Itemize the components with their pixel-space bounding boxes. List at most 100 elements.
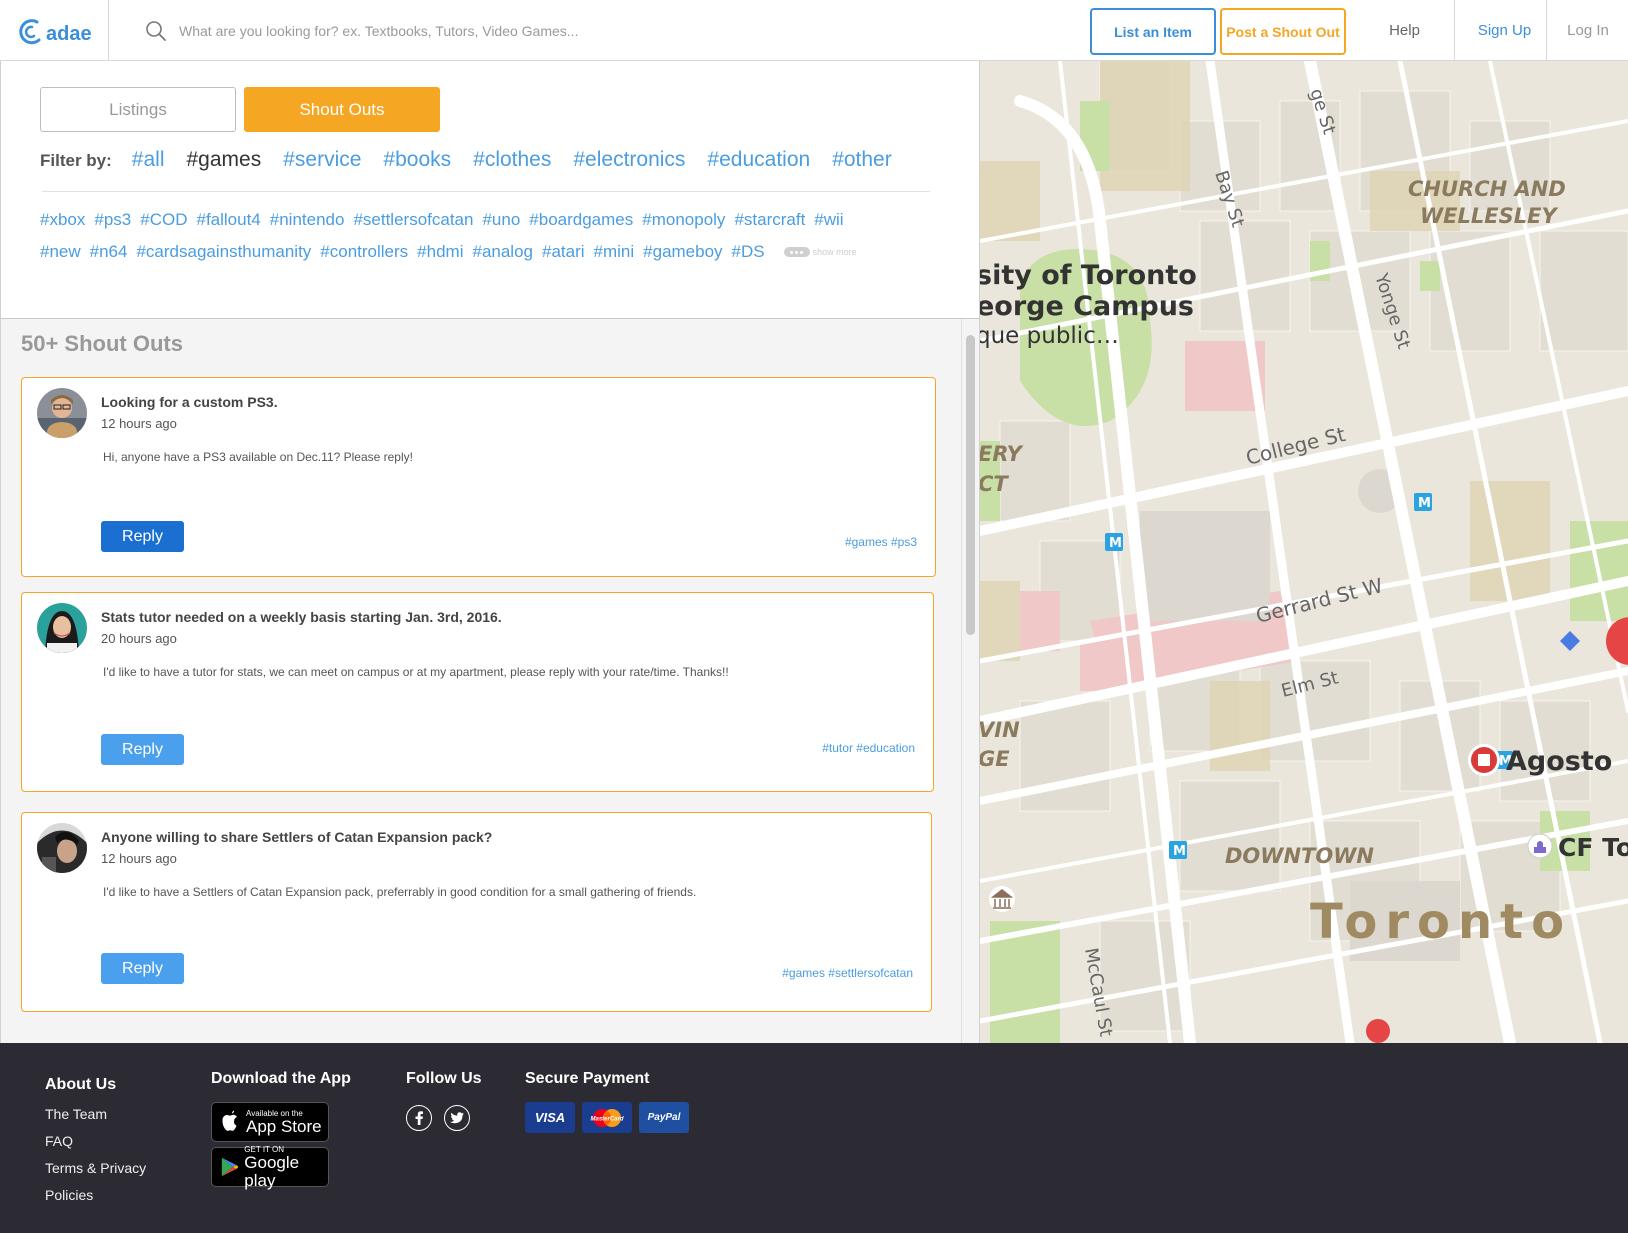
list-item-button[interactable]: List an Item [1090,8,1216,55]
post-tags[interactable]: #games #settlersofcatan [782,966,913,980]
tab-listings[interactable]: Listings [40,87,236,132]
map-canvas: ge St Bay St Yonge St College St Gerrard… [980,61,1628,1043]
footer-download-heading: Download the App [211,1070,351,1087]
post-tags[interactable]: #tutor #education [822,741,915,755]
post-title[interactable]: Stats tutor needed on a weekly basis sta… [101,609,502,625]
tag-link[interactable]: #gameboy [643,242,722,262]
filter-panel: Listings Shout Outs Filter by: #all #gam… [0,61,980,319]
visa-icon: VISA [525,1102,575,1133]
post-title[interactable]: Looking for a custom PS3. [101,394,278,410]
map-label-uoft-1: sity of Toronto [980,260,1197,291]
tag-link[interactable]: #COD [140,210,187,230]
twitter-icon[interactable] [444,1105,470,1131]
post-body: I'd like to have a tutor for stats, we c… [103,665,729,679]
tag-link[interactable]: #hdmi [417,242,463,262]
post-tags[interactable]: #games #ps3 [845,535,917,549]
metro-glyph: M [1173,844,1186,859]
filter-category-other[interactable]: #other [832,148,892,172]
tag-link[interactable]: #analog [472,242,533,262]
filter-category-electronics[interactable]: #electronics [573,148,685,172]
tag-link[interactable]: #wii [814,210,843,230]
map-label-church-2: WELLESLEY [1420,204,1558,228]
filter-category-education[interactable]: #education [707,148,810,172]
google-play-big-text: Google play [244,1152,300,1190]
tag-row: #new #n64 #cardsagainsthumanity #control… [40,236,940,268]
tag-link[interactable]: #DS [732,242,765,262]
logo[interactable]: adae [0,0,109,61]
paypal-icon: PayPal [639,1102,689,1133]
tag-link[interactable]: #atari [542,242,585,262]
filter-category-service[interactable]: #service [283,148,361,172]
reply-button[interactable]: Reply [101,521,184,552]
tag-link[interactable]: #new [40,242,81,262]
avatar[interactable] [37,388,87,438]
map-label-agosto[interactable]: Agosto [1506,746,1612,777]
avatar[interactable] [37,823,87,873]
footer-about: About Us The Team FAQ Terms & Privacy Po… [45,1076,146,1203]
google-play-badge[interactable]: GET IT ON Google play [211,1145,329,1190]
footer-link-terms[interactable]: Terms & Privacy [45,1160,146,1176]
tag-link[interactable]: #cardsagainsthumanity [136,242,311,262]
search-icon[interactable] [145,20,167,42]
filter-category-clothes[interactable]: #clothes [473,148,551,172]
sign-up-link[interactable]: Sign Up [1463,0,1547,60]
reply-button[interactable]: Reply [101,953,184,984]
post-body: Hi, anyone have a PS3 available on Dec.1… [103,450,413,464]
search-input[interactable] [179,23,779,39]
map-marker-icon[interactable] [1366,1019,1390,1043]
filter-category-all[interactable]: #all [132,148,165,172]
post-body: I'd like to have a Settlers of Catan Exp… [103,885,697,899]
filter-categories: Filter by: #all #games #service #books #… [40,148,892,178]
map-view[interactable]: ge St Bay St Yonge St College St Gerrard… [980,61,1628,1043]
tag-link[interactable]: #monopoly [642,210,725,230]
tag-link[interactable]: #starcraft [734,210,805,230]
map-label-ct: CT [980,472,1009,496]
mastercard-label: MasterCard [590,1116,623,1122]
footer-payment-heading: Secure Payment [525,1070,650,1087]
filter-divider [42,191,930,192]
footer-download: Download the App Available on the App St… [211,1070,351,1190]
filter-category-books[interactable]: #books [383,148,451,172]
post-timestamp: 12 hours ago [101,851,177,866]
tab-shout-outs[interactable]: Shout Outs [244,87,440,132]
footer-link-policies[interactable]: Policies [45,1187,146,1203]
avatar[interactable] [37,603,87,653]
tag-link[interactable]: #uno [482,210,520,230]
filter-label: Filter by: [40,151,112,170]
metro-glyph: M [1418,496,1431,511]
map-label-cf[interactable]: CF Tor [1558,833,1628,862]
tag-link[interactable]: #xbox [40,210,85,230]
avatar-image [37,823,87,873]
payment-methods: VISA MasterCard PayPal [525,1102,696,1133]
map-label-downtown: DOWNTOWN [1225,844,1374,868]
tag-link[interactable]: #fallout4 [196,210,260,230]
post-title[interactable]: Anyone willing to share Settlers of Cata… [101,829,492,845]
museum-icon[interactable] [989,886,1015,912]
tag-link[interactable]: #mini [594,242,635,262]
map-label-toronto: Toronto [1310,894,1572,950]
tag-link[interactable]: #ps3 [94,210,131,230]
tag-link[interactable]: #settlersofcatan [353,210,473,230]
app-store-badge[interactable]: Available on the App Store [211,1102,329,1142]
tag-link[interactable]: #nintendo [270,210,345,230]
tag-link[interactable]: #controllers [320,242,408,262]
help-link[interactable]: Help [1355,0,1455,60]
facebook-icon[interactable] [406,1105,432,1131]
footer-about-heading: About Us [45,1076,117,1093]
map-label-ge: GE [980,747,1010,771]
shout-out-card: Stats tutor needed on a weekly basis sta… [21,592,934,792]
logo-icon [19,18,41,44]
reply-button[interactable]: Reply [101,734,184,765]
post-shout-out-button[interactable]: Post a Shout Out [1220,8,1346,55]
search-bar [145,18,845,44]
filter-category-games[interactable]: #games [187,148,262,172]
tag-link[interactable]: #boardgames [529,210,633,230]
footer-link-faq[interactable]: FAQ [45,1133,146,1149]
feed-scrollbar[interactable] [961,319,979,1043]
log-in-link[interactable]: Log In [1548,0,1628,60]
tag-link[interactable]: #n64 [90,242,128,262]
show-more-toggle[interactable]: show more [783,247,857,257]
scrollbar-thumb[interactable] [966,335,975,635]
footer-link-team[interactable]: The Team [45,1106,146,1122]
avatar-image [37,603,87,653]
